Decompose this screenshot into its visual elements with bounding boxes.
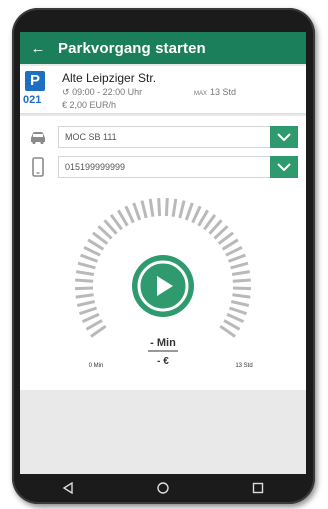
max-duration: MAX 13 Std <box>194 87 237 97</box>
cost-value: - € <box>157 356 169 367</box>
dial-tick <box>230 300 250 307</box>
android-nav-bar <box>20 474 306 502</box>
dial-tick <box>76 300 96 307</box>
dial-tick <box>79 306 98 316</box>
dial-tick <box>74 286 94 291</box>
dial-tick <box>83 245 101 257</box>
dial-tick <box>227 253 246 263</box>
dial-tick <box>81 312 100 323</box>
dial-tick <box>77 261 96 270</box>
dial-tick <box>80 253 99 263</box>
dial-tick <box>228 306 247 316</box>
max-prefix: MAX <box>194 91 208 97</box>
dial-tick <box>90 324 107 338</box>
nav-back-icon <box>62 482 73 494</box>
dial-tick <box>223 319 241 331</box>
opening-hours: ↺ 09:00 - 22:00 Uhr <box>62 87 143 97</box>
dial-tick <box>226 312 245 323</box>
dial-tick <box>87 238 105 251</box>
dial-tick <box>219 324 236 338</box>
dial-min-label: 0 Min <box>89 363 104 369</box>
dial-tick <box>117 209 129 227</box>
app-screen: ← Parkvorgang starten P 021 Alte Leipzig… <box>20 32 306 474</box>
dial-max-label: 13 Std <box>235 363 252 369</box>
dial-tick <box>232 293 251 299</box>
dial-tick <box>225 245 243 257</box>
dial-tick <box>140 200 148 219</box>
dial-tick <box>75 278 94 283</box>
dial-tick <box>221 238 239 251</box>
car-icon <box>31 132 45 145</box>
zone-info-card: P 021 Alte Leipziger Str. ↺ 09:00 - 22:0… <box>20 66 306 114</box>
dial-tick <box>197 209 209 227</box>
dial-tick <box>148 198 155 217</box>
duration-dial[interactable]: - Min - € 0 Min 13 Std <box>20 150 306 410</box>
dial-tick <box>230 261 249 270</box>
chevron-down-icon <box>277 133 291 141</box>
euro-icon: € <box>62 100 68 110</box>
dial-tick <box>124 205 135 224</box>
vehicle-dropdown-button[interactable] <box>270 126 298 148</box>
empty-area <box>20 390 306 474</box>
dial-tick <box>178 200 186 219</box>
history-clock-icon: ↺ <box>62 87 70 97</box>
price-rate: € 2,00 EUR/h <box>62 100 117 110</box>
dial-tick <box>164 198 169 217</box>
nav-back-button[interactable] <box>48 476 88 500</box>
dial-tick <box>232 278 251 283</box>
street-name: Alte Leipziger Str. <box>62 71 157 85</box>
dial-tick <box>85 319 103 331</box>
arrow-back-icon[interactable]: ← <box>24 40 52 57</box>
duration-value: - Min <box>150 337 176 349</box>
parking-badge-icon: P <box>25 71 45 91</box>
dial-tick <box>171 198 178 217</box>
nav-home-icon <box>157 482 169 494</box>
dial-tick <box>157 198 162 217</box>
nav-home-button[interactable] <box>143 476 183 500</box>
dial-tick <box>132 202 142 221</box>
vehicle-row: MOC SB 111 <box>20 124 306 150</box>
nav-recents-icon <box>253 482 264 494</box>
vehicle-select[interactable]: MOC SB 111 <box>58 126 270 148</box>
dial-tick <box>75 270 95 276</box>
page-title: Parkvorgang starten <box>58 39 206 57</box>
nav-recents-button[interactable] <box>238 476 278 500</box>
dial-tick <box>184 202 194 221</box>
dial-tick <box>75 293 94 299</box>
dial-tick <box>191 205 202 224</box>
zone-number: 021 <box>23 94 42 106</box>
dial-tick <box>232 286 252 291</box>
dial-tick <box>231 270 251 276</box>
app-bar: ← Parkvorgang starten <box>20 32 306 64</box>
